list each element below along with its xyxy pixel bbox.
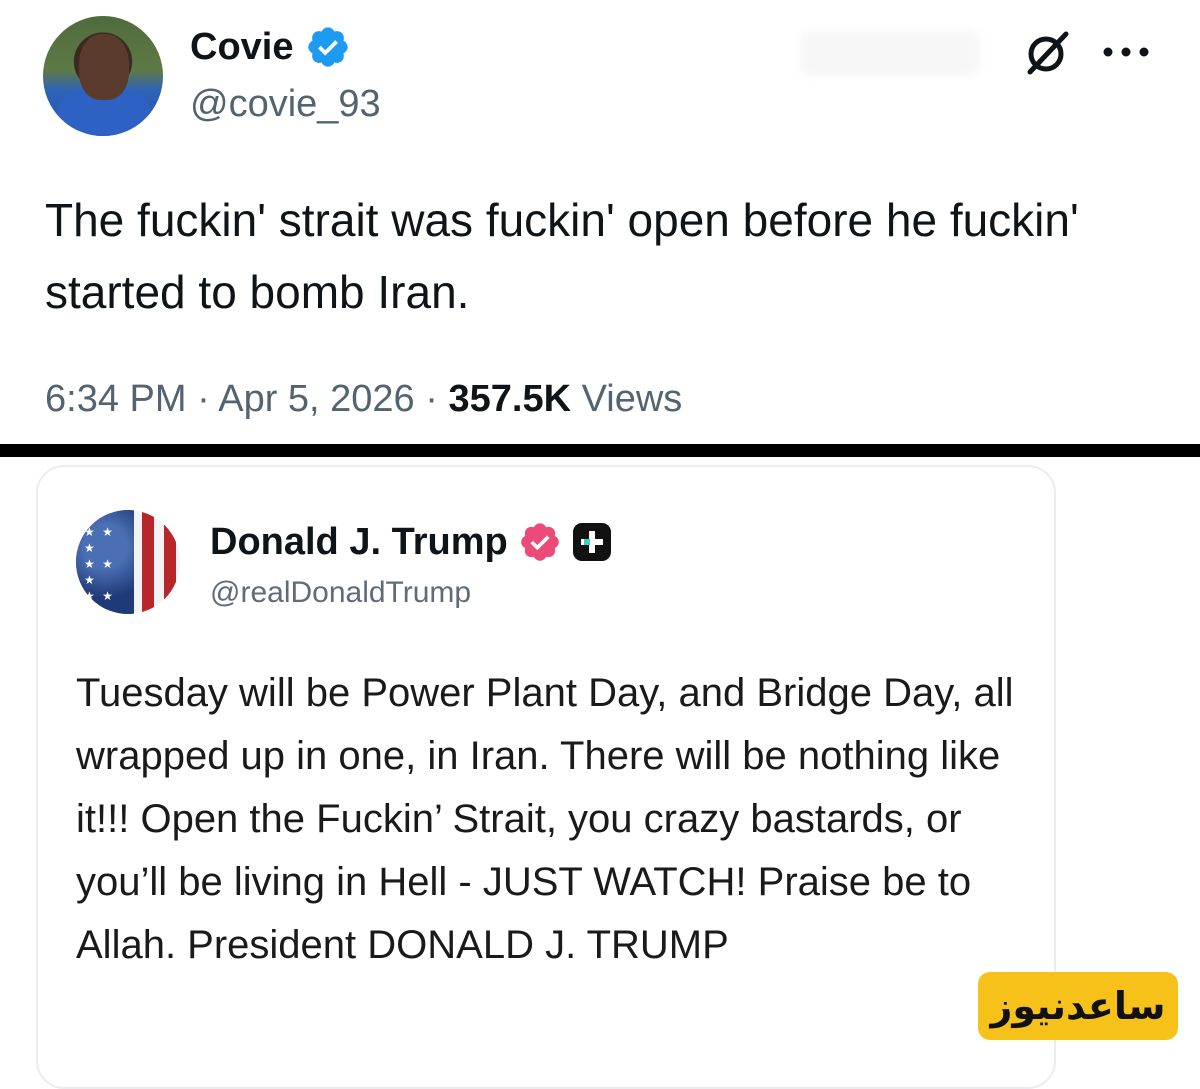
author-row: Covie — [190, 24, 351, 70]
grok-icon[interactable] — [1022, 26, 1074, 78]
avatar[interactable]: ★ ★ ★ ★ ★ ★ ★ ★ ★ — [76, 510, 180, 614]
site-watermark: ساعدنیوز — [978, 972, 1178, 1040]
author-name[interactable]: Donald J. Trump — [210, 519, 508, 565]
meta-separator: · — [197, 378, 210, 420]
tweet-text: The fuckin' strait was fuckin' open befo… — [45, 194, 1079, 318]
tweet-time[interactable]: 6:34 PM — [45, 378, 187, 420]
tweet-meta: 6:34 PM · Apr 5, 2026 · 357.5K Views — [45, 374, 682, 424]
meta-separator: · — [425, 378, 438, 420]
post-text: Tuesday will be Power Plant Day, and Bri… — [76, 671, 1014, 967]
plus-badge-icon — [572, 523, 611, 561]
author-handle[interactable]: @covie_93 — [190, 82, 381, 126]
author-handle[interactable]: @realDonaldTrump — [210, 574, 471, 612]
top-tweet: Covie @covie_93 The fuckin' strait was f… — [0, 0, 1200, 444]
author-row: Donald J. Trump — [210, 519, 612, 565]
divider — [0, 444, 1200, 457]
tweet-date[interactable]: Apr 5, 2026 — [218, 378, 414, 420]
verified-badge-icon — [520, 523, 559, 561]
more-options-icon[interactable] — [1100, 40, 1152, 64]
avatar[interactable] — [43, 16, 163, 136]
blurred-follow-button — [800, 30, 980, 76]
views-count: 357.5K — [448, 378, 572, 420]
author-name[interactable]: Covie — [190, 25, 293, 69]
verified-badge-icon — [308, 27, 349, 67]
views-label: Views — [581, 378, 683, 420]
